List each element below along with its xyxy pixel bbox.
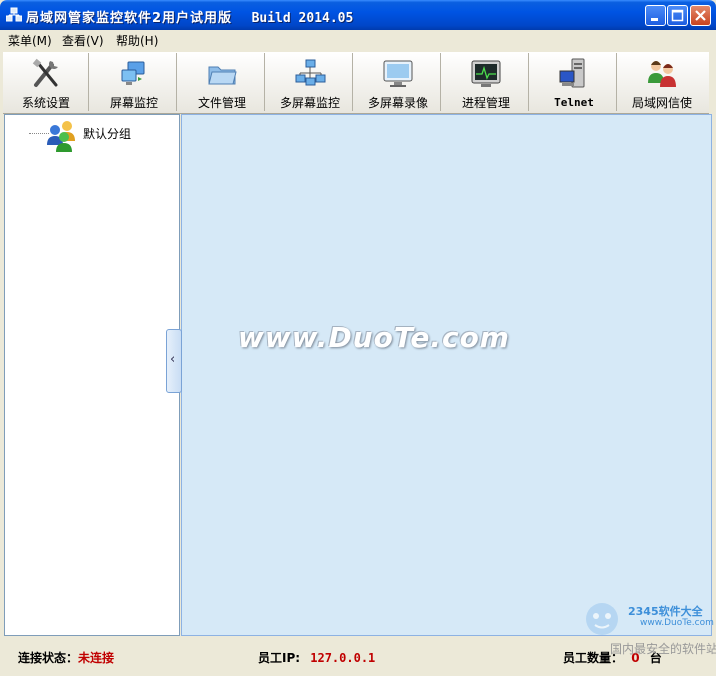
chevron-left-icon: ‹: [170, 352, 176, 367]
lan-messenger-label: 局域网信使: [631, 96, 692, 110]
process-manager-label: 进程管理: [461, 96, 510, 110]
maximize-button[interactable]: [667, 5, 688, 26]
multi-screen-record-button[interactable]: 多屏幕录像: [355, 53, 441, 111]
file-manager-label: 文件管理: [197, 96, 246, 110]
multi-screen-monitor-label: 多屏幕监控: [279, 96, 340, 110]
screen-monitor-label: 屏幕监控: [109, 96, 158, 110]
employee-ip: 员工IP: 127.0.0.1: [258, 649, 375, 666]
employee-ip-label: 员工IP:: [258, 651, 301, 665]
window-title-name: 局域网管家监控软件2用户试用版: [26, 11, 233, 26]
menu-item-view[interactable]: 查看(V): [62, 32, 104, 49]
minimize-icon: [651, 18, 658, 21]
connection-status-value: 未连接: [78, 651, 115, 665]
close-button[interactable]: [690, 5, 711, 26]
window-title: 局域网管家监控软件2用户试用版 Build 2014.05: [26, 7, 353, 26]
group-tree-panel: 默认分组: [4, 114, 180, 636]
corner-brand: 2345软件大全: [628, 605, 703, 618]
window-title-build: Build 2014.05: [251, 11, 354, 26]
display-icon: [383, 60, 413, 87]
lan-messenger-button[interactable]: 局域网信使: [619, 53, 705, 111]
connection-status-label: 连接状态：: [18, 651, 79, 665]
telnet-button[interactable]: Telnet: [531, 53, 617, 111]
connection-status: 连接状态：未连接: [18, 649, 114, 666]
multi-screen-monitor-button[interactable]: 多屏幕监控: [267, 53, 353, 111]
tree-item-default-group[interactable]: 默认分组: [83, 125, 131, 142]
site-watermark: www.DuoTe.com: [238, 321, 510, 354]
folder-icon: [208, 66, 237, 85]
tools-icon: [32, 58, 58, 87]
process-manager-button[interactable]: 进程管理: [443, 53, 529, 111]
telnet-label: Telnet: [554, 96, 594, 109]
user-group-icon: [47, 121, 75, 152]
menu-bar: 菜单(M) 查看(V) 帮助(H): [0, 30, 716, 50]
screen-monitor-button[interactable]: 屏幕监控: [91, 53, 177, 111]
app-network-icon: [6, 7, 22, 22]
users-chat-icon: [648, 61, 676, 87]
toolbar: 系统设置 屏幕监控 文件管理 多屏幕监控 多屏幕录像 进程管理 Telnet 局…: [3, 52, 709, 114]
terminal-computer-icon: [559, 58, 585, 88]
system-settings-label: 系统设置: [21, 96, 70, 110]
mascot-logo-icon: [586, 603, 618, 635]
menu-item-help[interactable]: 帮助(H): [116, 32, 158, 49]
corner-slogan: 国内最安全的软件站: [610, 642, 716, 656]
status-bar: 连接状态：未连接 员工IP: 127.0.0.1 员工数量： 0 台: [0, 640, 716, 676]
minimize-button[interactable]: [645, 5, 666, 26]
menu-item-menu[interactable]: 菜单(M): [8, 32, 52, 49]
monitor-content-area[interactable]: www.DuoTe.com: [181, 114, 712, 636]
title-bar[interactable]: 局域网管家监控软件2用户试用版 Build 2014.05: [0, 0, 716, 30]
file-manager-button[interactable]: 文件管理: [179, 53, 265, 111]
corner-url: www.DuoTe.com: [640, 618, 714, 628]
screen-monitor-icon: [121, 61, 145, 85]
maximize-icon: [671, 9, 684, 22]
system-settings-button[interactable]: 系统设置: [3, 53, 89, 111]
close-icon: [695, 10, 706, 21]
employee-ip-value: 127.0.0.1: [310, 651, 376, 665]
collapse-panel-button[interactable]: ‹: [166, 329, 182, 393]
multi-screen-record-label: 多屏幕录像: [367, 96, 428, 110]
network-monitor-icon: [295, 59, 326, 86]
process-monitor-icon: [471, 60, 501, 87]
